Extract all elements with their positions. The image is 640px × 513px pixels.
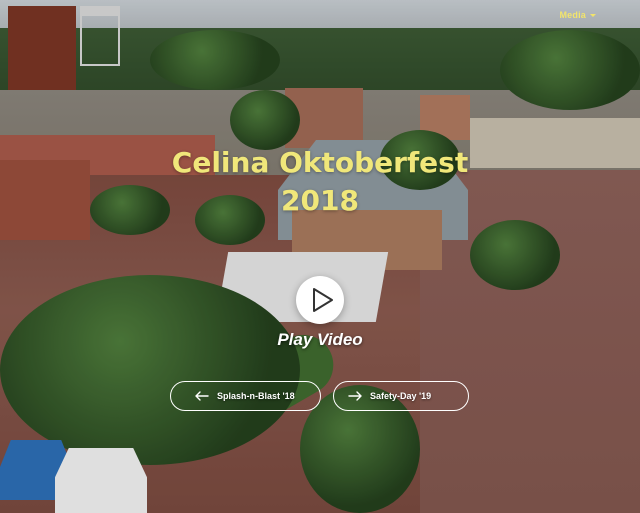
media-menu[interactable]: Media [559,10,596,20]
play-video-label[interactable]: Play Video [0,330,640,350]
next-video-label: Safety-Day '19 [370,391,432,401]
title-line-2: 2018 [281,184,359,217]
background-photo [0,0,640,513]
next-video-button[interactable]: Safety-Day '19 [333,381,469,411]
hero-section: Media Celina Oktoberfest 2018 Play Video… [0,0,640,513]
page-title: Celina Oktoberfest 2018 [0,144,640,220]
title-line-1: Celina Oktoberfest [171,146,469,179]
arrow-left-icon [195,391,209,401]
arrow-right-icon [348,391,362,401]
play-video-button[interactable] [296,276,344,324]
previous-video-button[interactable]: Splash-n-Blast '18 [170,381,321,411]
chevron-down-icon [590,14,596,17]
previous-video-label: Splash-n-Blast '18 [217,391,295,401]
play-icon [313,288,333,312]
media-menu-label: Media [559,10,586,20]
